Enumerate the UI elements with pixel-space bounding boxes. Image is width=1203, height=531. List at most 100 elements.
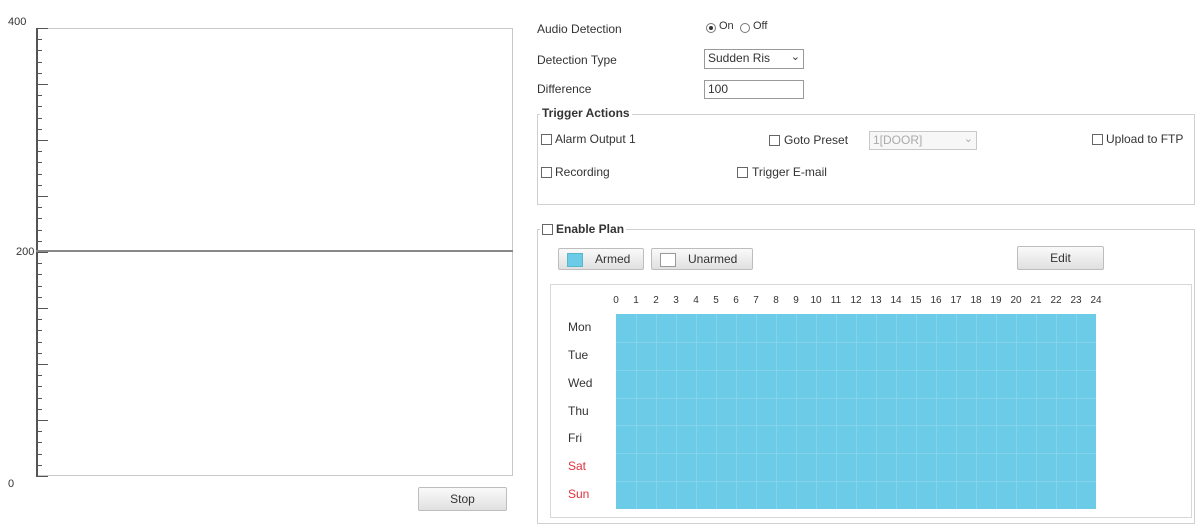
- detection-type-label: Detection Type: [537, 53, 617, 67]
- hour-label: 22: [1050, 295, 1062, 306]
- audio-level-graph: [36, 28, 513, 476]
- graph-tick: [36, 173, 42, 175]
- grid-hour-line: [1056, 314, 1057, 509]
- day-label: Sat: [568, 459, 587, 474]
- hour-label: 12: [850, 295, 862, 306]
- hour-label: 21: [1030, 295, 1042, 306]
- hour-label: 4: [693, 295, 699, 306]
- armed-swatch-icon: [567, 253, 583, 267]
- day-label: Tue: [568, 347, 589, 362]
- day-label: Mon: [568, 320, 592, 334]
- grid-hour-line: [716, 314, 717, 509]
- graph-tick: [36, 453, 42, 455]
- unarmed-swatch-icon: [660, 253, 676, 267]
- enable-plan-checkbox[interactable]: [542, 223, 553, 235]
- detection-type-select[interactable]: Sudden Ris ⌄: [704, 49, 804, 69]
- grid-hour-line: [996, 314, 997, 509]
- enable-plan-header: Enable Plan: [540, 222, 627, 236]
- graph-tick: [36, 375, 42, 377]
- graph-tick: [36, 140, 48, 141]
- hour-label: 15: [910, 295, 922, 306]
- trigger-email-label: Trigger E-mail: [752, 165, 827, 179]
- grid-hour-line: [756, 314, 757, 509]
- hour-label: 1: [633, 295, 639, 306]
- goto-preset-checkbox[interactable]: [769, 135, 780, 146]
- hour-label: 9: [793, 295, 799, 306]
- graph-tick: [36, 184, 42, 186]
- hour-label: 16: [930, 295, 942, 306]
- upload-ftp-checkbox[interactable]: [1092, 134, 1103, 145]
- preset-select[interactable]: 1[DOOR] ⌄: [869, 131, 977, 150]
- stop-button[interactable]: Stop: [418, 487, 507, 511]
- graph-tick: [36, 330, 42, 332]
- grid-hour-line: [836, 314, 837, 509]
- edit-button[interactable]: Edit: [1017, 246, 1104, 270]
- graph-tick: [36, 50, 42, 52]
- graph-tick: [36, 319, 42, 321]
- difference-input[interactable]: 100: [704, 80, 804, 99]
- graph-tick: [36, 352, 42, 354]
- graph-tick: [36, 218, 42, 220]
- graph-tick: [36, 95, 42, 97]
- grid-day-line: [616, 481, 1096, 483]
- hour-label: 17: [950, 295, 962, 306]
- recording-checkbox[interactable]: [541, 167, 552, 178]
- graph-tick: [36, 397, 42, 399]
- day-label: Thu: [568, 403, 589, 418]
- graph-tick: [36, 341, 42, 343]
- graph-tick: [36, 296, 42, 298]
- difference-label: Difference: [537, 82, 592, 96]
- chevron-down-icon: ⌄: [963, 133, 973, 145]
- grid-hour-line: [916, 314, 917, 509]
- grid-hour-line: [1036, 314, 1037, 509]
- graph-tick: [36, 84, 48, 85]
- hour-label: 10: [810, 295, 822, 306]
- grid-hour-line: [796, 314, 797, 509]
- day-label: Fri: [568, 431, 582, 446]
- hour-label: 14: [890, 295, 902, 306]
- y-axis-min-label: 0: [8, 478, 15, 490]
- graph-tick: [36, 229, 42, 231]
- graph-tick: [36, 263, 42, 265]
- y-axis-mid-label: 200: [16, 246, 35, 258]
- hour-label: 7: [753, 295, 759, 306]
- schedule-grid[interactable]: [616, 314, 1096, 509]
- grid-hour-line: [656, 314, 657, 509]
- y-axis-max-label: 400: [8, 16, 27, 28]
- grid-day-line: [616, 369, 1096, 371]
- graph-tick: [36, 151, 42, 153]
- graph-tick: [36, 39, 42, 41]
- alarm-output-checkbox[interactable]: [541, 134, 552, 145]
- day-label: Sun: [568, 487, 590, 502]
- audio-detection-on-radio[interactable]: [706, 23, 716, 33]
- graph-tick: [36, 162, 42, 164]
- trigger-email-checkbox[interactable]: [737, 167, 748, 178]
- grid-day-line: [616, 425, 1096, 427]
- graph-tick: [36, 61, 42, 63]
- graph-tick: [36, 252, 48, 253]
- graph-tick: [36, 408, 42, 410]
- grid-hour-line: [696, 314, 697, 509]
- day-label: Wed: [568, 375, 593, 390]
- grid-day-line: [616, 341, 1096, 343]
- unarmed-button[interactable]: Unarmed: [651, 248, 753, 270]
- grid-hour-line: [856, 314, 857, 509]
- graph-tick: [36, 285, 42, 287]
- graph-tick: [36, 308, 48, 309]
- grid-hour-line: [776, 314, 777, 509]
- hour-label: 5: [713, 295, 719, 306]
- graph-tick: [36, 28, 48, 29]
- recording-label: Recording: [555, 165, 610, 179]
- grid-hour-line: [876, 314, 877, 509]
- hour-label: 8: [773, 295, 779, 306]
- hour-label: 20: [1010, 295, 1022, 306]
- armed-button[interactable]: Armed: [558, 248, 644, 270]
- detection-type-value: Sudden Ris: [708, 51, 771, 65]
- grid-hour-line: [976, 314, 977, 509]
- grid-hour-line: [956, 314, 957, 509]
- graph-tick: [36, 431, 42, 433]
- audio-detection-off-radio[interactable]: [740, 23, 750, 33]
- grid-day-line: [616, 453, 1096, 455]
- graph-tick: [36, 72, 42, 74]
- trigger-actions-group: [537, 114, 1195, 205]
